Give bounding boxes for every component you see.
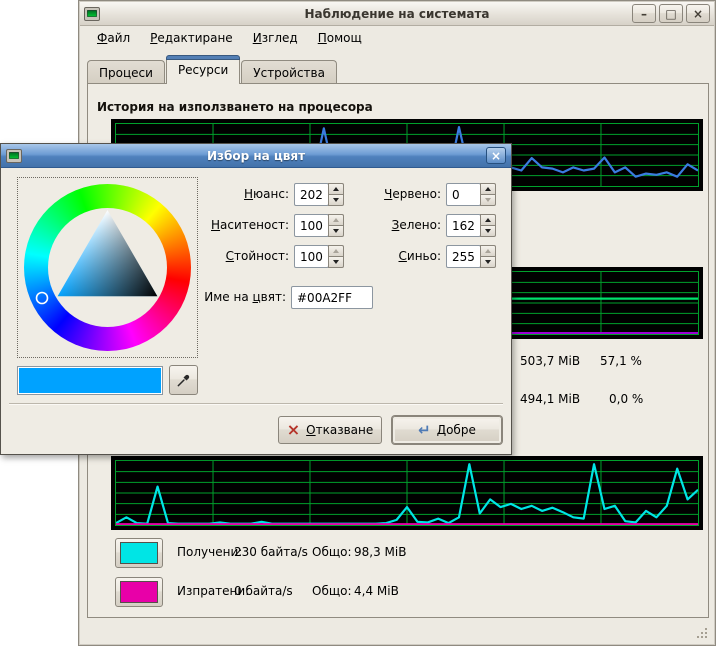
close-icon: × — [693, 7, 703, 21]
memory-used-value: 503,7 MiB — [520, 354, 580, 368]
memory-used-percent: 57,1 % — [600, 354, 642, 368]
received-color-swatch — [120, 542, 158, 564]
close-button[interactable]: × — [686, 4, 710, 23]
minimize-icon: – — [641, 7, 647, 21]
green-label: Зелено: — [351, 214, 441, 237]
received-total: 98,3 MiB — [354, 545, 406, 559]
hue-marker[interactable] — [37, 293, 48, 304]
blue-label: Синьо: — [351, 245, 441, 268]
swap-used-percent: 0,0 % — [609, 392, 643, 406]
menubar: Файл Редактиране Изглед Помощ — [80, 27, 714, 49]
menu-view[interactable]: Изглед — [244, 29, 307, 47]
hue-spinner[interactable] — [328, 183, 344, 206]
maximize-icon: □ — [665, 7, 676, 21]
sent-total-label: Общо: — [312, 584, 352, 598]
swap-used-value: 494,1 MiB — [520, 392, 580, 406]
statusbar — [80, 619, 714, 644]
sent-color-button[interactable] — [115, 577, 163, 607]
menu-help[interactable]: Помощ — [309, 29, 371, 47]
received-total-label: Общо: — [312, 545, 352, 559]
tab-resources[interactable]: Ресурси — [166, 55, 240, 84]
tab-processes[interactable]: Процеси — [87, 60, 165, 84]
tab-devices[interactable]: Устройства — [241, 60, 337, 84]
received-label: Получени: — [177, 545, 242, 559]
network-history-chart — [111, 456, 703, 530]
cpu-history-heading: История на използването на процесора — [97, 100, 373, 114]
tab-bar: Процеси Ресурси Устройства — [87, 55, 338, 84]
cancel-x-icon: × — [287, 423, 300, 437]
red-label: Червено: — [351, 183, 441, 206]
saturation-label: Наситеност: — [161, 214, 289, 237]
system-monitor-icon — [84, 7, 100, 21]
green-input[interactable]: 162 — [446, 214, 481, 237]
eyedropper-button[interactable] — [169, 365, 198, 395]
desktop: Наблюдение на системата – □ × Файл Редак… — [0, 0, 717, 647]
dialog-close-icon: × — [491, 149, 501, 163]
dialog-close-button[interactable]: × — [486, 147, 506, 164]
color-preview — [17, 366, 163, 395]
maximize-button[interactable]: □ — [659, 4, 683, 23]
main-titlebar[interactable]: Наблюдение на системата – □ × — [80, 2, 714, 26]
red-spinner[interactable] — [480, 183, 496, 206]
cancel-button-label: Отказване — [306, 423, 373, 437]
saturation-spinner[interactable] — [328, 214, 344, 237]
cancel-button[interactable]: × Отказване — [278, 416, 382, 444]
value-label: Стойност: — [161, 245, 289, 268]
color-name-label: Име на цвят: — [156, 286, 286, 309]
sent-color-swatch — [120, 581, 158, 603]
ok-arrow-icon: ↵ — [418, 423, 431, 437]
network-chart-canvas — [116, 461, 698, 525]
color-name-input[interactable]: #00A2FF — [291, 286, 373, 309]
ok-button[interactable]: ↵ Добре — [392, 416, 502, 444]
color-picker-dialog: Избор на цвят × — [0, 143, 512, 455]
hue-input[interactable]: 202 — [294, 183, 329, 206]
minimize-button[interactable]: – — [632, 4, 656, 23]
saturation-input[interactable]: 100 — [294, 214, 329, 237]
ok-button-label: Добре — [437, 423, 476, 437]
window-title: Наблюдение на системата — [80, 7, 714, 21]
green-spinner[interactable] — [480, 214, 496, 237]
dialog-title: Избор на цвят — [1, 149, 511, 163]
dialog-icon — [6, 149, 22, 163]
eyedropper-icon — [176, 373, 191, 388]
sent-total: 4,4 MiB — [354, 584, 399, 598]
blue-input[interactable]: 255 — [446, 245, 481, 268]
red-input[interactable]: 0 — [446, 183, 481, 206]
menu-edit[interactable]: Редактиране — [141, 29, 242, 47]
value-spinner[interactable] — [328, 245, 344, 268]
value-input[interactable]: 100 — [294, 245, 329, 268]
dialog-separator — [9, 403, 503, 405]
sent-rate: 0 байта/s — [234, 584, 293, 598]
dialog-titlebar[interactable]: Избор на цвят × — [1, 144, 511, 168]
menu-file[interactable]: Файл — [88, 29, 139, 47]
blue-spinner[interactable] — [480, 245, 496, 268]
received-rate: 230 байта/s — [234, 545, 308, 559]
resize-grip[interactable] — [705, 636, 707, 638]
hue-label: Нюанс: — [161, 183, 289, 206]
received-color-button[interactable] — [115, 538, 163, 568]
